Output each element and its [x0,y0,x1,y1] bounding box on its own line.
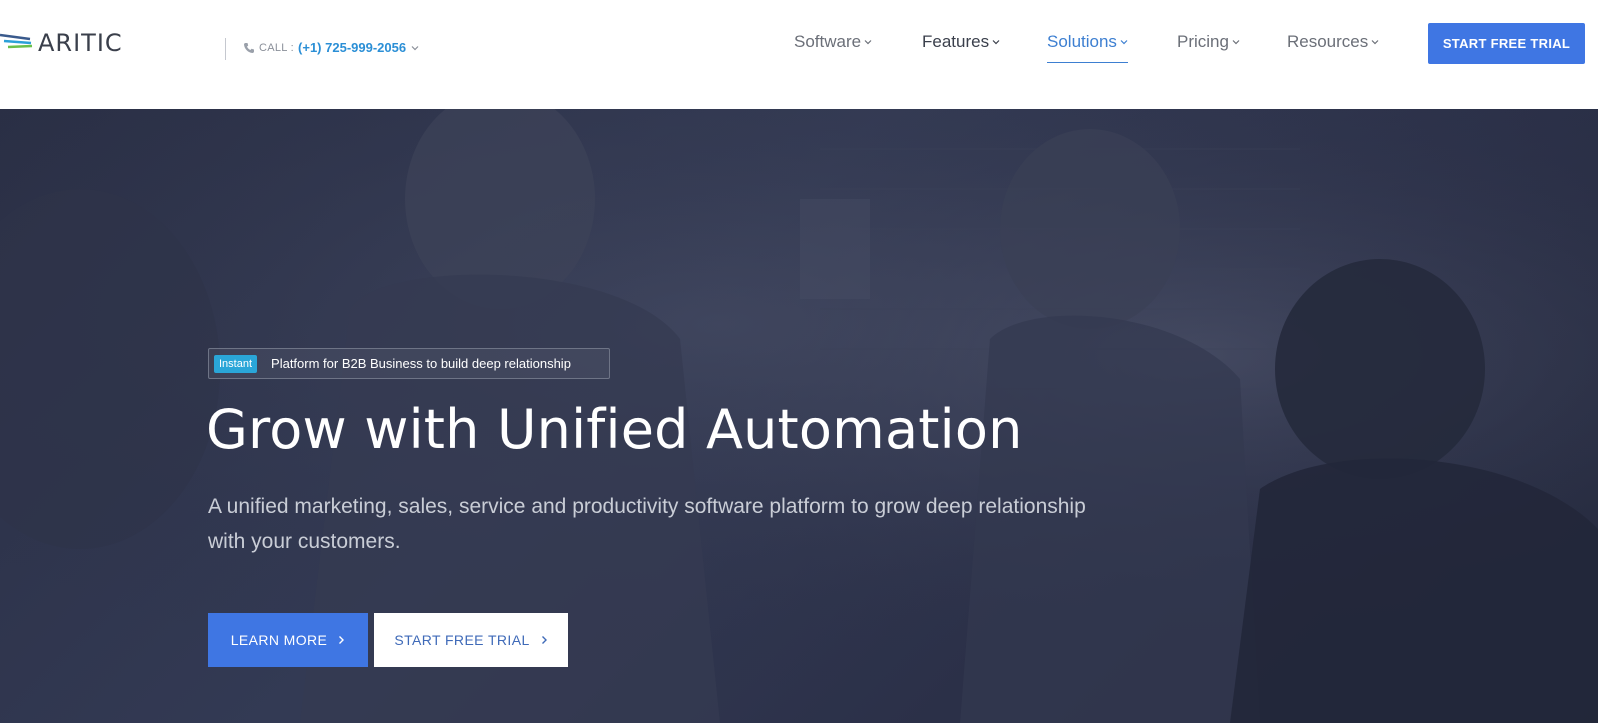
call-label: CALL : [259,41,295,54]
nav-pricing[interactable]: Pricing [1177,32,1240,52]
hero-section: Instant Platform for B2B Business to bui… [0,109,1598,723]
nav-solutions-label: Solutions [1047,32,1117,51]
badge-tag: Instant [214,354,258,373]
hero-badge: Instant Platform for B2B Business to bui… [208,348,610,379]
header-divider [225,38,226,60]
phone-icon [244,42,254,53]
hero-subtitle: A unified marketing, sales, service and … [208,495,1086,553]
learn-more-button[interactable]: LEARN MORE [208,613,368,667]
logo[interactable]: ARITIC [0,28,123,58]
chevron-down-icon [864,40,872,45]
call-number[interactable]: (+1) 725-999-2056 [298,40,406,55]
badge-text: Platform for B2B Business to build deep … [271,356,571,371]
nav-solutions[interactable]: Solutions [1047,32,1128,63]
hero-title: Grow with Unified Automation [206,398,1023,461]
chevron-down-icon [992,40,1000,45]
logo-text: ARITIC [38,29,123,57]
start-free-trial-button[interactable]: START FREE TRIAL [1428,23,1585,64]
hero-start-free-trial-button[interactable]: START FREE TRIAL [374,613,568,667]
nav-features[interactable]: Features [922,32,1000,52]
chevron-down-icon [1120,40,1128,45]
nav-software[interactable]: Software [794,32,872,52]
chevron-down-icon [1232,40,1240,45]
site-header: ARITIC CALL : (+1) 725-999-2056 Software… [0,0,1598,109]
nav-resources[interactable]: Resources [1287,32,1379,52]
nav-pricing-label: Pricing [1177,32,1229,51]
nav-resources-label: Resources [1287,32,1369,51]
chevron-down-icon [411,45,419,50]
hero-trial-label: START FREE TRIAL [394,632,530,648]
chevron-right-icon [339,636,345,644]
chevron-right-icon [541,636,547,644]
logo-wing-icon [0,33,33,49]
call-contact[interactable]: CALL : (+1) 725-999-2056 [243,40,419,55]
nav-software-label: Software [794,32,862,51]
chevron-down-icon [1371,40,1379,45]
nav-features-label: Features [922,32,990,51]
learn-more-label: LEARN MORE [230,632,328,648]
